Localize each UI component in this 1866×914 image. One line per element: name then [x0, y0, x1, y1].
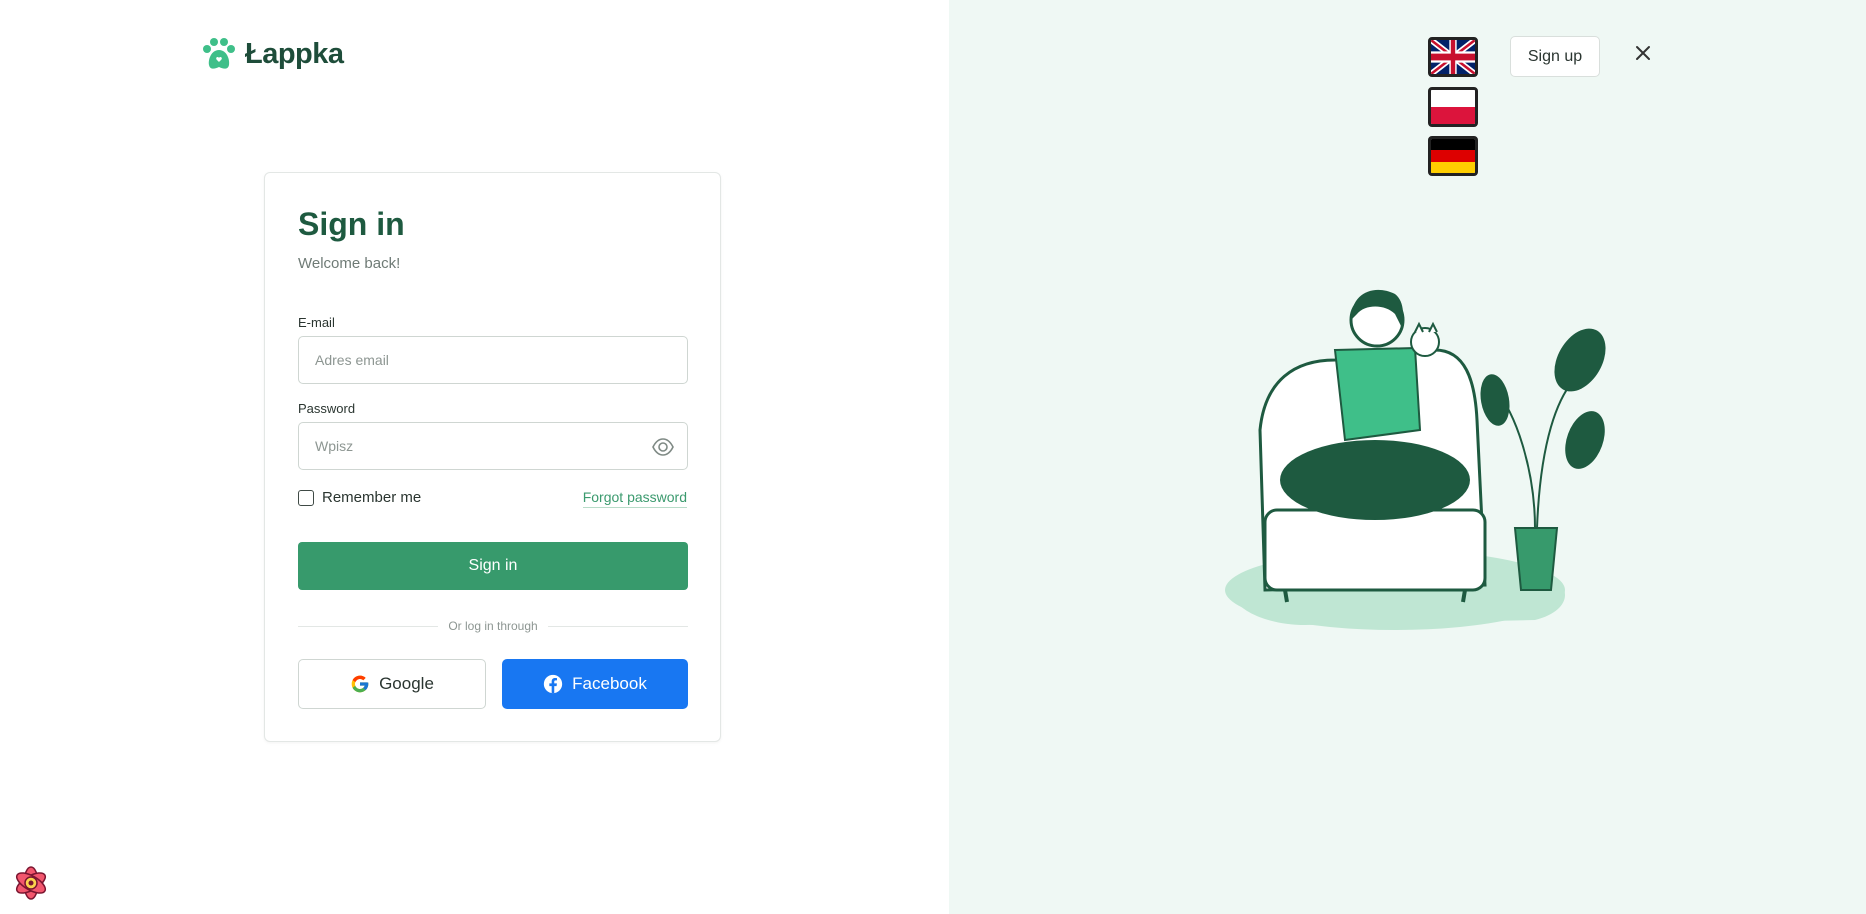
divider-line: [547, 625, 689, 627]
remember-me[interactable]: Remember me: [298, 489, 421, 506]
signin-card: Sign in Welcome back! E-mail Password Re…: [264, 172, 721, 742]
divider-text: Or log in through: [448, 619, 538, 633]
remember-checkbox[interactable]: [298, 489, 314, 506]
signup-button[interactable]: Sign up: [1510, 36, 1600, 77]
facebook-label: Facebook: [572, 674, 647, 693]
pl-flag-icon[interactable]: [1428, 87, 1478, 127]
page-title: Sign in: [298, 206, 405, 242]
brand-name: Łappka: [245, 37, 344, 70]
remember-label: Remember me: [322, 489, 422, 506]
de-flag-icon[interactable]: [1428, 136, 1478, 176]
paw-icon: [203, 38, 235, 69]
devtools-flower-icon[interactable]: [10, 862, 52, 904]
google-icon: [351, 675, 369, 693]
eye-icon[interactable]: [651, 435, 675, 459]
password-label: Password: [298, 401, 356, 416]
email-field-box: [298, 336, 688, 384]
password-field-box: [298, 422, 688, 470]
forgot-password-link[interactable]: Forgot password: [582, 489, 687, 508]
brand-logo[interactable]: Łappka: [201, 36, 344, 72]
divider: Or log in through: [298, 619, 689, 633]
page-subtitle: Welcome back!: [298, 255, 401, 272]
signin-button[interactable]: Sign in: [298, 542, 688, 590]
facebook-login-button[interactable]: Facebook: [502, 659, 688, 709]
google-login-button[interactable]: Google: [298, 659, 486, 709]
google-label: Google: [379, 674, 434, 693]
email-field[interactable]: [315, 352, 687, 368]
close-icon[interactable]: [1632, 42, 1654, 64]
divider-line: [298, 625, 439, 627]
email-label: E-mail: [298, 315, 335, 330]
facebook-icon: [543, 674, 563, 694]
password-field[interactable]: [315, 438, 687, 454]
woman-with-cat-illustration: [1225, 289, 1606, 630]
en-flag-icon[interactable]: [1428, 37, 1478, 77]
